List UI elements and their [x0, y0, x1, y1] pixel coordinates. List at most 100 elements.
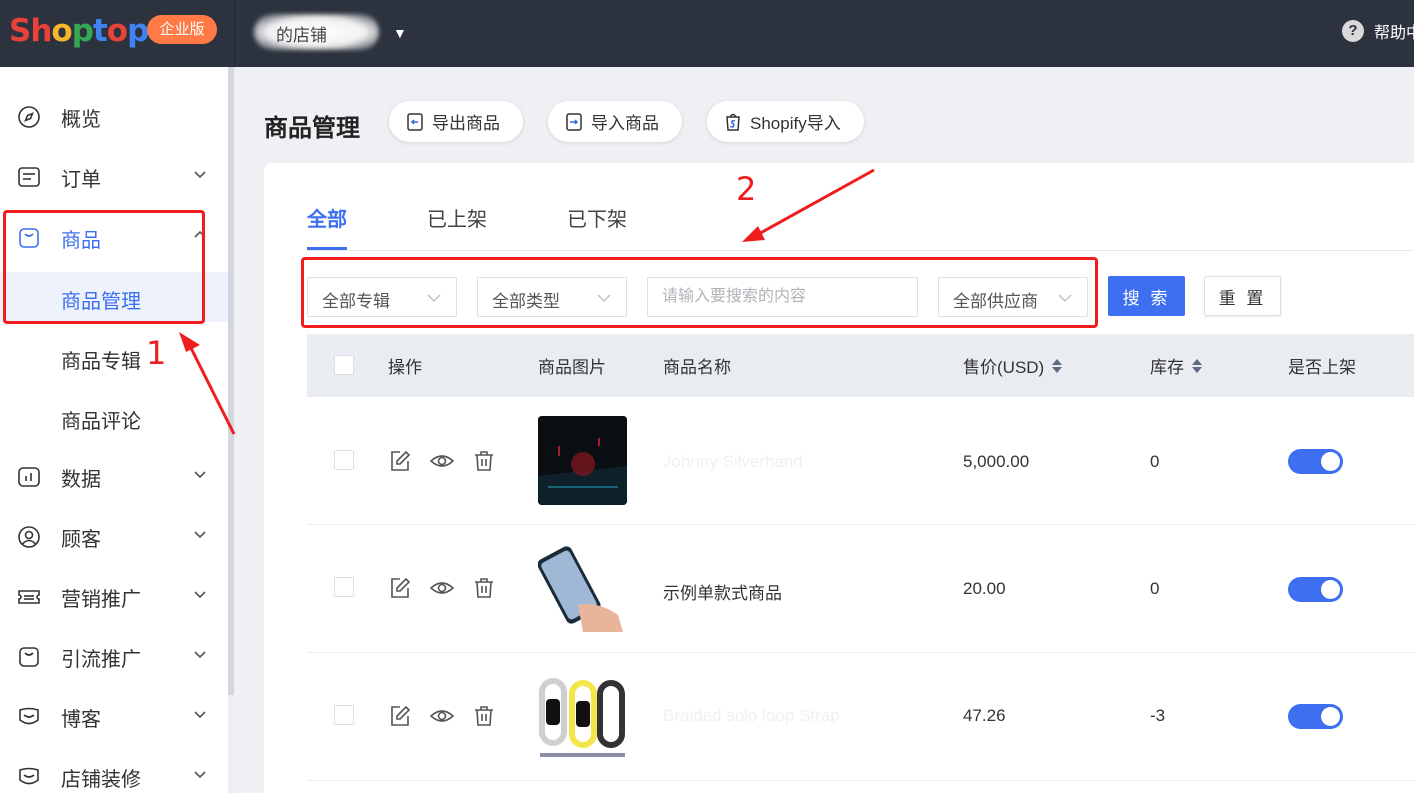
shopify-import-button[interactable]: Shopify导入: [707, 101, 864, 142]
product-image: [538, 416, 627, 505]
sidebar-scroll-track: [228, 695, 234, 793]
export-icon: [407, 112, 423, 131]
listed-toggle[interactable]: [1288, 449, 1343, 474]
view-icon[interactable]: [430, 449, 454, 473]
delete-icon[interactable]: [472, 576, 496, 600]
delete-icon[interactable]: [472, 449, 496, 473]
select-all-checkbox[interactable]: [334, 355, 354, 375]
product-stock: -3: [1150, 706, 1166, 725]
store-name: 的店铺: [276, 26, 327, 45]
sidebar-item-data[interactable]: 数据: [0, 454, 228, 500]
chevron-down-icon: [194, 531, 206, 539]
row-checkbox[interactable]: [334, 705, 354, 725]
import-icon: [566, 112, 582, 131]
topbar-divider: [234, 0, 235, 67]
user-icon: [18, 526, 40, 548]
product-name[interactable]: Johnny Silverhand: [663, 452, 803, 472]
sidebar-subitem-collections[interactable]: 商品专辑: [0, 332, 228, 382]
sidebar-item-customers[interactable]: 顾客: [0, 514, 228, 560]
tab-all[interactable]: 全部: [307, 203, 347, 232]
edition-badge: 企业版: [147, 15, 217, 44]
page-title: 商品管理: [264, 115, 360, 142]
tab-unlisted[interactable]: 已下架: [567, 203, 627, 232]
sidebar-item-marketing[interactable]: 营销推广: [0, 574, 228, 620]
sidebar-subitem-reviews[interactable]: 商品评论: [0, 392, 228, 442]
view-icon[interactable]: [430, 704, 454, 728]
product-stock: 0: [1150, 452, 1160, 471]
column-header-price[interactable]: 售价(USD): [963, 353, 1063, 378]
sidebar-item-label: 订单: [61, 168, 101, 191]
sort-icon[interactable]: [1192, 358, 1202, 373]
sidebar-item-overview[interactable]: 概览: [0, 94, 228, 140]
row-divider: [307, 524, 1414, 525]
product-name[interactable]: Braided solo loop Strap: [663, 706, 840, 726]
product-name[interactable]: 示例单款式商品: [663, 579, 782, 604]
sidebar-item-orders[interactable]: 订单: [0, 154, 228, 200]
shopify-icon: [726, 113, 740, 131]
column-header-name: 商品名称: [663, 358, 731, 377]
listed-toggle[interactable]: [1288, 577, 1343, 602]
sidebar-item-label: 数据: [61, 468, 101, 491]
ticket-icon: [18, 590, 40, 604]
export-products-button[interactable]: 导出商品: [389, 101, 523, 142]
sidebar-item-label: 引流推广: [61, 648, 141, 671]
annotation-number-2: 2: [736, 170, 757, 208]
order-icon: [18, 167, 40, 187]
row-checkbox[interactable]: [334, 577, 354, 597]
edit-icon[interactable]: [388, 576, 412, 600]
annotation-number-1: 1: [146, 334, 167, 372]
sidebar-item-blog[interactable]: 博客: [0, 694, 228, 740]
help-link[interactable]: ? 帮助中: [1342, 20, 1414, 42]
import-products-button[interactable]: 导入商品: [548, 101, 682, 142]
tab-listed[interactable]: 已上架: [427, 203, 487, 232]
sidebar-item-traffic[interactable]: 引流推广: [0, 634, 228, 680]
view-icon[interactable]: [430, 576, 454, 600]
column-header-actions: 操作: [388, 358, 422, 377]
chevron-down-icon: [194, 171, 206, 179]
chevron-down-icon: [194, 591, 206, 599]
sidebar-item-label: 店铺装修: [61, 768, 141, 791]
product-stock: 0: [1150, 579, 1160, 598]
sidebar-subitem-label: 商品评论: [61, 411, 141, 433]
column-header-image: 商品图片: [538, 358, 606, 377]
row-divider: [307, 652, 1414, 653]
search-button[interactable]: 搜 索: [1108, 276, 1185, 316]
chevron-down-icon: [194, 771, 206, 779]
blog-icon: [19, 707, 39, 725]
edit-icon[interactable]: [388, 704, 412, 728]
sidebar-item-store-design[interactable]: 店铺装修: [0, 754, 228, 793]
annotation-box-1: [3, 210, 205, 324]
sidebar-item-label: 概览: [61, 108, 101, 131]
chevron-down-icon: [194, 651, 206, 659]
column-header-stock[interactable]: 库存: [1150, 353, 1202, 378]
help-icon: ?: [1342, 20, 1364, 42]
annotation-box-2: [301, 257, 1098, 328]
reset-button[interactable]: 重 置: [1204, 276, 1281, 316]
sort-icon[interactable]: [1052, 358, 1063, 373]
column-header-listed: 是否上架: [1288, 358, 1356, 377]
tab-active-indicator: [307, 247, 347, 250]
sidebar-item-label: 营销推广: [61, 588, 141, 611]
row-divider: [307, 780, 1414, 781]
help-label: 帮助中: [1374, 25, 1414, 42]
shopify-import-label: Shopify导入: [750, 114, 841, 133]
sidebar-scrollbar[interactable]: [228, 67, 234, 695]
sidebar-item-label: 顾客: [61, 528, 101, 551]
store-icon: [19, 767, 39, 785]
chart-icon: [18, 467, 40, 487]
table-header: [307, 334, 1414, 397]
sidebar-subitem-label: 商品专辑: [61, 351, 141, 373]
export-products-label: 导出商品: [432, 114, 500, 133]
chevron-down-icon: [194, 711, 206, 719]
sidebar-item-label: 博客: [61, 708, 101, 731]
product-price: 20.00: [963, 579, 1006, 598]
listed-toggle[interactable]: [1288, 704, 1343, 729]
store-switcher[interactable]: 的店铺 ▼: [254, 14, 414, 50]
edit-icon[interactable]: [388, 449, 412, 473]
delete-icon[interactable]: [472, 704, 496, 728]
row-checkbox[interactable]: [334, 450, 354, 470]
product-price: 47.26: [963, 706, 1006, 725]
shoptop-logo[interactable]: Shoptop: [9, 11, 149, 51]
caret-down-icon: ▼: [393, 25, 407, 41]
bag-icon: [19, 647, 39, 667]
